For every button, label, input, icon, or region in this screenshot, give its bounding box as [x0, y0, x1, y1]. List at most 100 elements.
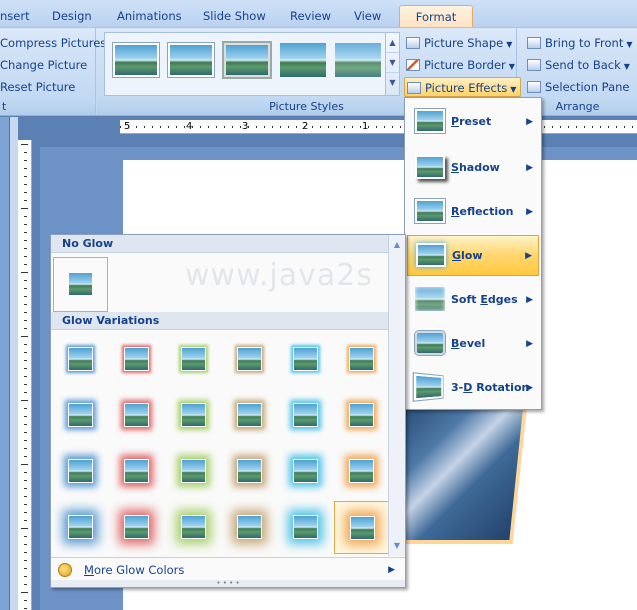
- ruler-tick: [336, 126, 337, 128]
- send-to-back-label: Send to Back: [545, 58, 621, 72]
- ruler-tick: [240, 126, 241, 128]
- tab-insert[interactable]: nsert: [0, 5, 30, 27]
- glow-variation-option[interactable]: [334, 333, 390, 386]
- gallery-down-icon[interactable]: ▼: [386, 53, 399, 73]
- vertical-ruler[interactable]: [18, 140, 32, 610]
- adjust-group-label: t: [0, 99, 95, 115]
- horizontal-ruler[interactable]: 5 4 3 2 1 0 1: [120, 120, 637, 134]
- menu-item-bevel[interactable]: Bevel ▶: [407, 324, 539, 364]
- glow-variation-option[interactable]: [334, 389, 390, 442]
- glow-variation-option[interactable]: [334, 501, 390, 554]
- glow-variation-option[interactable]: [166, 333, 222, 386]
- ruler-tick: [24, 160, 27, 161]
- glow-variation-option[interactable]: [53, 501, 109, 554]
- selection-pane-icon: [527, 81, 541, 93]
- ruler-tick: [24, 536, 27, 537]
- menu-item-soft-edges[interactable]: Soft Edges ▶: [407, 280, 539, 320]
- change-picture-button[interactable]: Change Picture: [0, 55, 87, 75]
- picture-style-thumb[interactable]: [168, 43, 214, 77]
- scroll-down-icon[interactable]: ▼: [389, 538, 405, 554]
- glow-variation-option[interactable]: [109, 445, 165, 498]
- tab-animations[interactable]: Animations: [117, 5, 182, 27]
- glow-variation-option[interactable]: [222, 389, 278, 442]
- glow-variation-option[interactable]: [278, 333, 334, 386]
- glow-variation-option[interactable]: [222, 333, 278, 386]
- more-glow-colors-item[interactable]: More Glow Colors ▶: [51, 557, 405, 581]
- glow-variation-option[interactable]: [53, 333, 109, 386]
- ruler-tick: [200, 126, 201, 128]
- picture-thumbnail-icon: [237, 347, 262, 371]
- ruler-tick: [21, 208, 28, 209]
- glow-variation-option[interactable]: [109, 501, 165, 554]
- tab-review[interactable]: Review: [290, 5, 331, 27]
- tab-format[interactable]: Format: [399, 5, 473, 27]
- gallery-more-icon[interactable]: ▼: [386, 73, 399, 93]
- menu-item-preset[interactable]: Preset ▶: [407, 102, 539, 142]
- glow-variation-option[interactable]: [109, 333, 165, 386]
- picture-style-thumb[interactable]: [335, 43, 381, 77]
- glow-variation-option[interactable]: [222, 445, 278, 498]
- ruler-tick: [24, 152, 27, 153]
- picture-border-button[interactable]: Picture Border ▼: [406, 55, 515, 75]
- resize-grip-icon[interactable]: • • • •: [51, 580, 405, 587]
- gallery-scrollbar[interactable]: ▲ ▼ ▼: [385, 33, 399, 95]
- more-glow-colors-label: More Glow Colors: [84, 563, 185, 577]
- menu-item-3d-rotation[interactable]: 3-D Rotation ▶: [407, 368, 539, 408]
- ruler-tick: [272, 126, 273, 128]
- picture-style-thumb[interactable]: [113, 43, 159, 77]
- picture-effects-label: Picture Effects: [425, 81, 508, 95]
- picture-shape-button[interactable]: Picture Shape ▼: [406, 33, 512, 53]
- menu-item-shadow[interactable]: Shadow ▶: [407, 148, 539, 188]
- ruler-tick: [24, 496, 27, 497]
- selected-picture[interactable]: [402, 398, 524, 540]
- glow-variation-option[interactable]: [166, 389, 222, 442]
- scroll-up-icon[interactable]: ▲: [389, 237, 405, 253]
- ruler-tick: [248, 126, 249, 128]
- landscape-picture-icon: [280, 43, 326, 77]
- ruler-tick: [24, 280, 27, 281]
- gallery-up-icon[interactable]: ▲: [386, 33, 399, 53]
- compress-pictures-button[interactable]: Compress Pictures: [0, 33, 106, 53]
- glow-variation-option[interactable]: [278, 389, 334, 442]
- glow-variation-option[interactable]: [278, 501, 334, 554]
- glow-variation-option[interactable]: [166, 501, 222, 554]
- send-to-back-button[interactable]: Send to Back ▼: [527, 55, 630, 75]
- ruler-tick: [24, 472, 27, 473]
- glow-variation-option[interactable]: [222, 501, 278, 554]
- ruler-tick: [21, 464, 28, 465]
- ruler-tick: [24, 320, 27, 321]
- glow-variation-option[interactable]: [109, 389, 165, 442]
- bring-to-front-label: Bring to Front: [545, 36, 624, 50]
- glow-variations-header: Glow Variations: [51, 312, 388, 330]
- dropdown-arrow-icon: ▼: [626, 40, 633, 49]
- glow-variation-option[interactable]: [166, 445, 222, 498]
- tab-view[interactable]: View: [354, 5, 381, 27]
- picture-thumbnail-icon: [68, 515, 93, 539]
- ruler-tick: [24, 360, 27, 361]
- ruler-tick: [352, 126, 353, 128]
- glow-variation-option[interactable]: [334, 445, 390, 498]
- picture-thumbnail-icon: [349, 403, 374, 427]
- ruler-tick: [24, 440, 27, 441]
- glow-variation-option[interactable]: [53, 389, 109, 442]
- glow-variation-option[interactable]: [278, 445, 334, 498]
- picture-style-thumb[interactable]: [280, 43, 326, 77]
- no-glow-option[interactable]: [53, 257, 108, 312]
- menu-item-reflection[interactable]: Reflection ▶: [407, 192, 539, 232]
- tab-slide-show[interactable]: Slide Show: [203, 5, 266, 27]
- tab-design[interactable]: Design: [52, 5, 92, 27]
- glow-variation-option[interactable]: [53, 445, 109, 498]
- selection-pane-button[interactable]: Selection Pane: [527, 77, 629, 97]
- picture-thumbnail-icon: [68, 272, 93, 296]
- slides-pane-splitter[interactable]: [10, 117, 18, 610]
- 3d-rotation-icon: [413, 373, 445, 401]
- reset-picture-button[interactable]: Reset Picture: [0, 77, 75, 97]
- color-palette-icon: [58, 563, 72, 577]
- submenu-arrow-icon: ▶: [526, 339, 533, 349]
- picture-effects-button[interactable]: Picture Effects ▼: [404, 77, 522, 97]
- menu-item-glow[interactable]: Glow ▶: [407, 235, 539, 276]
- slides-pane-edge[interactable]: [0, 117, 10, 610]
- bring-to-front-button[interactable]: Bring to Front ▼: [527, 33, 633, 53]
- picture-style-thumb[interactable]: [224, 43, 270, 77]
- glow-gallery-scrollbar[interactable]: ▲ ▼: [388, 235, 405, 556]
